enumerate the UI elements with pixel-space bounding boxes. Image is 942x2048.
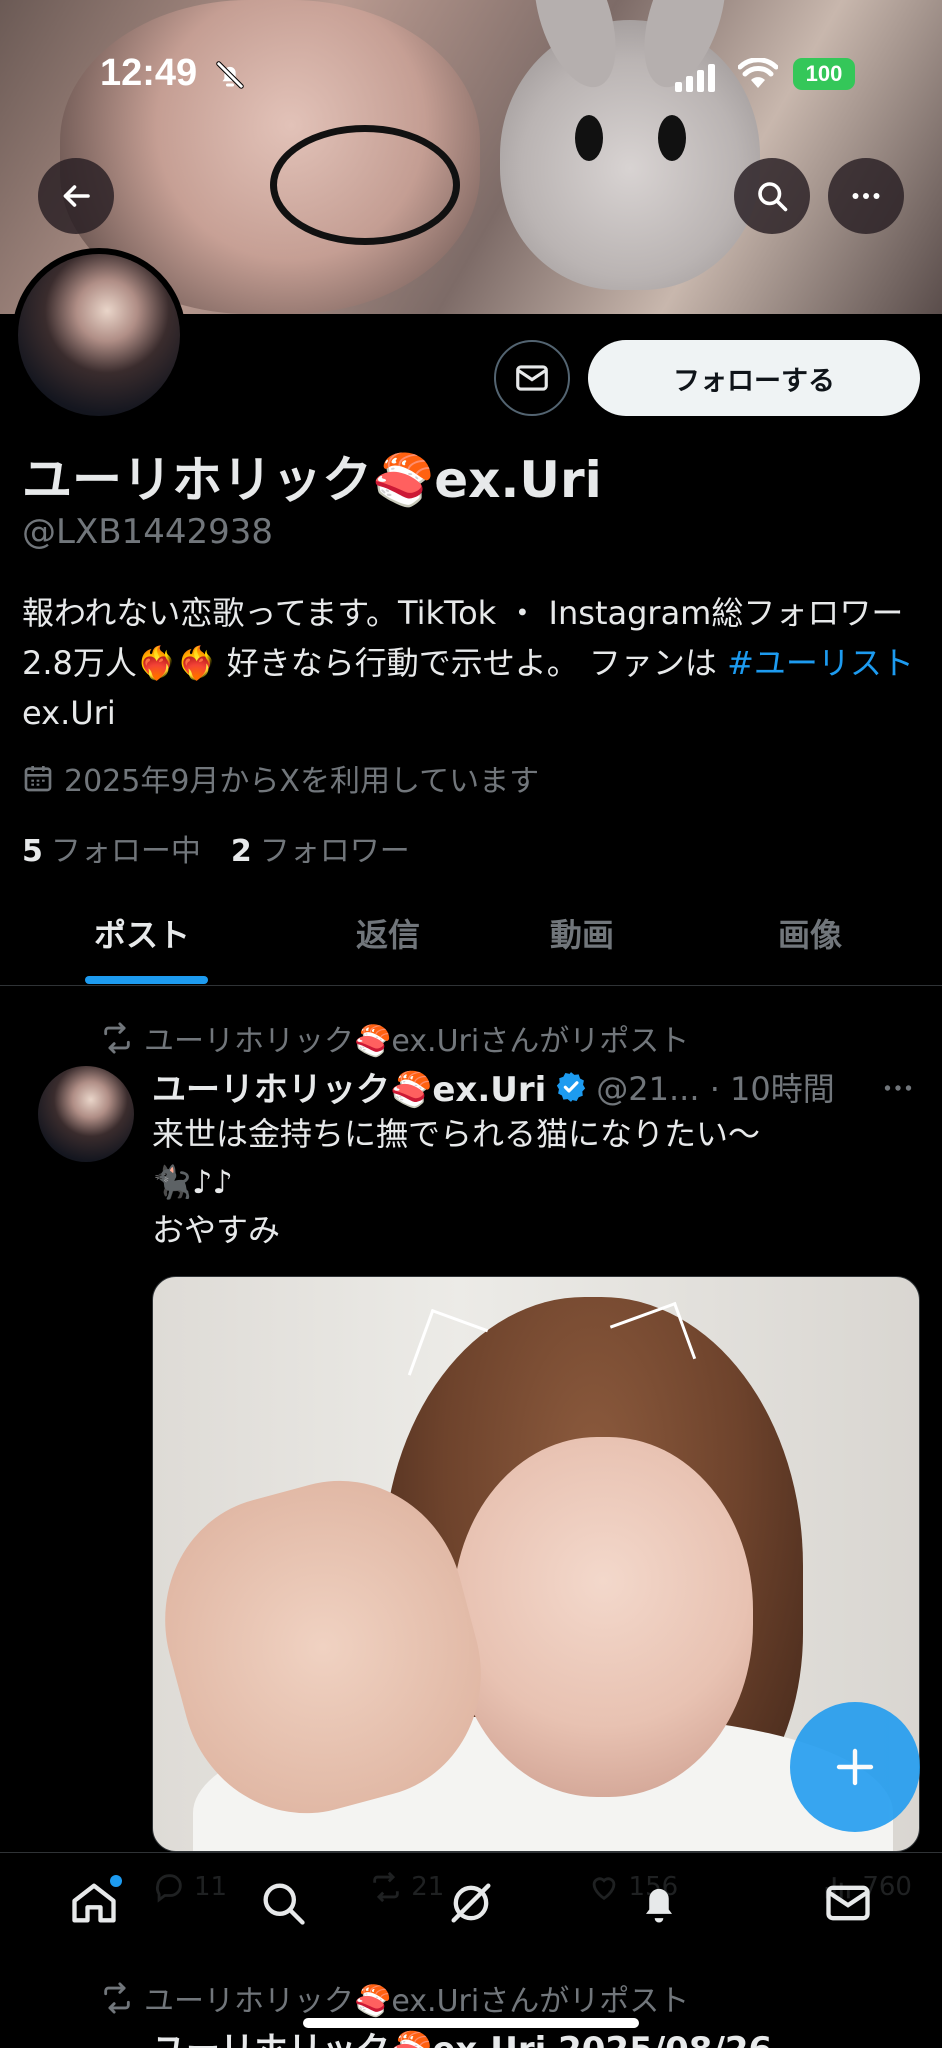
nav-grok[interactable] <box>441 1873 501 1933</box>
post-text: 来世は金持ちに撫でられる猫になりたい〜 🐈‍⬛♪♪ おやすみ <box>152 1110 912 1254</box>
repost-label: ユーリホリック🍣ex.Uriさんがリポスト <box>144 1024 690 1059</box>
joined-text: 2025年9月からXを利用しています <box>64 764 540 799</box>
more-options-button[interactable] <box>828 158 904 234</box>
active-tab-indicator <box>85 976 208 984</box>
nav-home[interactable] <box>64 1873 124 1933</box>
message-button[interactable] <box>494 340 570 416</box>
post-text-line: 来世は金持ちに撫でられる猫になりたい〜 <box>152 1115 761 1153</box>
repost-indicator: ユーリホリック🍣ex.Uriさんがリポスト <box>100 1976 689 2020</box>
bio-suffix: ex.Uri <box>22 694 116 732</box>
plus-icon <box>836 1748 874 1786</box>
verified-badge-icon <box>557 1071 586 1102</box>
profile-tabs: ポスト 返信 動画 画像 <box>0 880 942 986</box>
bio-hashtag-link[interactable]: #ユーリスト <box>727 644 914 682</box>
grok-icon <box>451 1883 491 1922</box>
tab-videos[interactable]: 動画 <box>550 910 614 956</box>
post-text-line: 🐈‍⬛♪♪ <box>152 1163 233 1201</box>
repost-indicator: ユーリホリック🍣ex.Uriさんがリポスト <box>100 1016 689 1060</box>
bell-icon <box>646 1888 673 1922</box>
repost-icon <box>104 1982 130 2014</box>
status-time: 12:49 <box>100 52 198 94</box>
compose-post-button[interactable] <box>790 1702 920 1832</box>
profile-bio: 報われない恋歌ってます。TikTok ・ Instagram総フォロワー2.8万… <box>22 588 922 738</box>
search-button[interactable] <box>734 158 810 234</box>
follow-counts: 5 フォロー中 2 フォロワー <box>22 826 410 870</box>
more-horizontal-icon <box>884 1085 912 1091</box>
post-meta: @21... · 10時間 <box>596 1069 835 1108</box>
joined-date: 2025年9月からXを利用しています <box>22 756 539 800</box>
wifi-icon <box>738 58 778 88</box>
tab-posts[interactable]: ポスト <box>94 910 190 956</box>
calendar-icon <box>24 766 52 792</box>
post-author-name[interactable]: ユーリホリック🍣ex.Uri <box>152 1062 546 1111</box>
arrow-left-icon <box>63 185 90 207</box>
notification-dot <box>110 1874 123 1887</box>
cellular-signal-icon <box>675 64 715 92</box>
tab-media[interactable]: 画像 <box>778 910 842 956</box>
followers-link[interactable]: 2 フォロワー <box>231 826 410 870</box>
following-link[interactable]: 5 フォロー中 <box>22 826 201 870</box>
follow-button[interactable]: フォローする <box>588 340 920 416</box>
post-author-avatar[interactable] <box>38 1066 134 1162</box>
silent-bell-icon <box>216 61 244 89</box>
status-bar: 12:49 100 <box>0 0 942 150</box>
home-indicator[interactable] <box>303 2018 639 2028</box>
profile-handle: @LXB1442938 <box>22 512 273 552</box>
envelope-icon <box>826 1885 870 1920</box>
profile-display-name: ユーリホリック🍣ex.Uri <box>22 451 602 509</box>
post-text-line: おやすみ <box>152 1211 281 1249</box>
envelope-icon <box>516 365 548 391</box>
profile-avatar[interactable] <box>12 248 186 422</box>
back-button[interactable] <box>38 158 114 234</box>
repost-icon <box>104 1022 130 1054</box>
nav-search[interactable] <box>253 1873 313 1933</box>
repost-label: ユーリホリック🍣ex.Uriさんがリポスト <box>144 1984 690 2019</box>
nav-notifications[interactable] <box>629 1873 689 1933</box>
search-icon <box>758 182 788 212</box>
battery-indicator: 100 <box>793 58 855 90</box>
post-header: ユーリホリック🍣ex.Uri @21... · 10時間 <box>152 1062 835 1111</box>
bottom-navigation <box>0 1852 942 1952</box>
more-horizontal-icon <box>852 193 880 199</box>
post-more-button[interactable] <box>880 1070 916 1115</box>
nav-messages[interactable] <box>818 1873 878 1933</box>
tab-replies[interactable]: 返信 <box>356 910 420 956</box>
search-icon <box>263 1883 305 1925</box>
